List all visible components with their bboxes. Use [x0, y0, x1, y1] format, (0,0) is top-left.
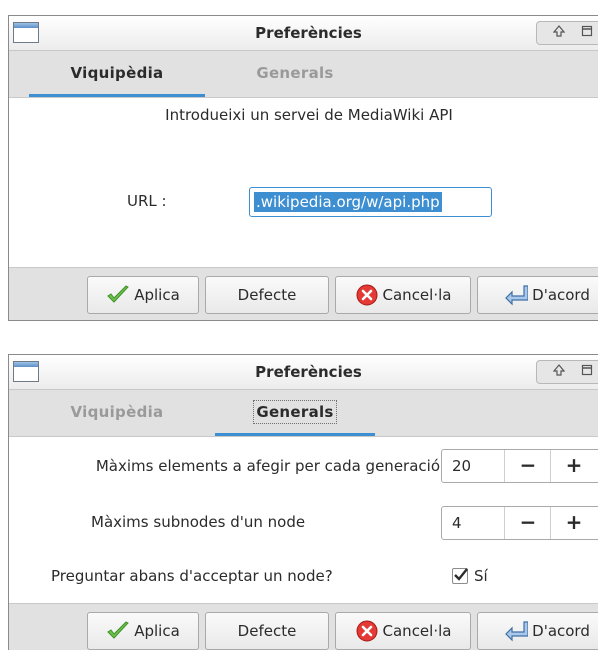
- checkmark-icon: [107, 621, 130, 639]
- ok-button[interactable]: D'acord: [477, 612, 598, 650]
- max-elements-label: Màxims elements a afegir per cada genera…: [95, 457, 440, 475]
- url-label: URL :: [127, 192, 167, 210]
- tab-label: Generals: [253, 400, 337, 424]
- max-subnodes-value: 4: [452, 514, 462, 532]
- titlebar-buttons: [536, 360, 598, 384]
- apply-label: Aplica: [134, 286, 180, 304]
- max-elements-spinbox[interactable]: 20 − +: [441, 449, 598, 483]
- api-heading: Introdueixi un servei de MediaWiki API: [165, 106, 453, 124]
- enter-arrow-icon: [505, 285, 529, 306]
- titlebar-buttons: [536, 21, 598, 45]
- tab-bar: Viquipèdia Generals: [9, 51, 598, 98]
- default-label: Defecte: [237, 286, 297, 304]
- apply-button[interactable]: Aplica: [87, 612, 199, 650]
- decrement-button[interactable]: −: [504, 507, 551, 539]
- preferences-window-wikipedia: Preferències Viquipèdia Generals Introdu…: [8, 15, 598, 321]
- tab-label: Viquipèdia: [70, 403, 164, 421]
- tab-general[interactable]: Generals: [215, 390, 375, 436]
- ask-before-accept-label: Preguntar abans d'acceptar un node?: [51, 567, 333, 585]
- preferences-window-general: Preferències Viquipèdia Generals Màxims …: [8, 354, 598, 650]
- enter-arrow-icon: [505, 621, 529, 642]
- cancel-label: Cancel·la: [382, 286, 452, 304]
- maximize-icon[interactable]: [577, 24, 597, 42]
- increment-button[interactable]: +: [550, 507, 597, 539]
- roll-up-icon[interactable]: [549, 363, 569, 381]
- max-subnodes-spinbox[interactable]: 4 − +: [441, 506, 598, 540]
- apply-label: Aplica: [134, 622, 180, 640]
- tab-general[interactable]: Generals: [215, 51, 375, 97]
- cancel-button[interactable]: Cancel·la: [335, 276, 471, 314]
- default-button[interactable]: Defecte: [205, 612, 329, 650]
- window-title: Preferències: [255, 363, 362, 381]
- max-elements-value: 20: [452, 457, 472, 475]
- checkmark-icon: [454, 568, 468, 581]
- apply-button[interactable]: Aplica: [87, 276, 199, 314]
- window-title: Preferències: [255, 24, 362, 42]
- ask-before-accept-checkbox[interactable]: [452, 568, 468, 584]
- tab-label: Viquipèdia: [70, 64, 164, 82]
- checkbox-label[interactable]: Sí: [474, 567, 488, 585]
- button-bar: Aplica Defecte Cancel·la D'acord: [9, 603, 598, 650]
- tab-bar: Viquipèdia Generals: [9, 390, 598, 437]
- tab-label: Generals: [256, 64, 334, 82]
- maximize-icon[interactable]: [577, 363, 597, 381]
- checkmark-icon: [107, 285, 130, 303]
- ok-label: D'acord: [532, 286, 590, 304]
- title-bar[interactable]: Preferències: [9, 355, 598, 390]
- tab-active-indicator: [215, 433, 375, 436]
- title-bar[interactable]: Preferències: [9, 16, 598, 51]
- url-input-value: .wikipedia.org/w/api.php: [254, 192, 442, 212]
- max-subnodes-label: Màxims subnodes d'un node: [91, 513, 306, 531]
- cancel-button[interactable]: Cancel·la: [335, 612, 471, 650]
- tab-active-indicator: [29, 94, 205, 97]
- ok-label: D'acord: [532, 622, 590, 640]
- button-bar: Aplica Defecte Cancel·la D'acord: [9, 267, 598, 320]
- increment-button[interactable]: +: [550, 450, 597, 482]
- cancel-icon: [356, 284, 378, 306]
- cancel-icon: [356, 620, 378, 642]
- tab-wikipedia[interactable]: Viquipèdia: [29, 390, 205, 436]
- default-button[interactable]: Defecte: [205, 276, 329, 314]
- url-input[interactable]: .wikipedia.org/w/api.php: [249, 187, 492, 217]
- tab-wikipedia[interactable]: Viquipèdia: [29, 51, 205, 97]
- ok-button[interactable]: D'acord: [477, 276, 598, 314]
- cancel-label: Cancel·la: [382, 622, 452, 640]
- decrement-button[interactable]: −: [504, 450, 551, 482]
- roll-up-icon[interactable]: [549, 24, 569, 42]
- default-label: Defecte: [237, 622, 297, 640]
